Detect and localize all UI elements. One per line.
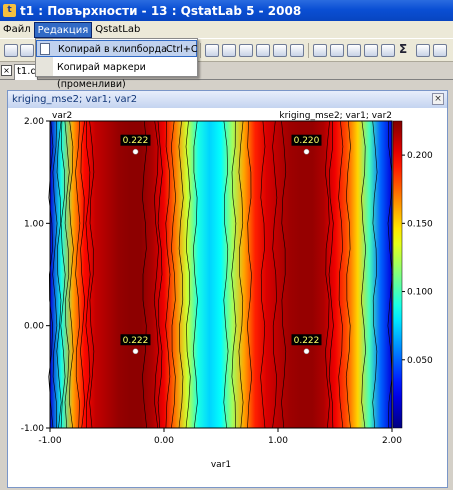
- contour-plot: var2 kriging_mse2; var1; var2 -1.00 0.00 1…: [21, 111, 433, 470]
- marker-label: 0.222: [123, 336, 149, 346]
- options-icon[interactable]: [433, 44, 447, 57]
- y-tick-label: 0.00: [24, 322, 44, 332]
- line-chart-icon[interactable]: [313, 44, 327, 57]
- y-tick-label: 1.00: [24, 219, 44, 229]
- menu-item-label: Копирай в клипборда: [58, 44, 167, 55]
- marker-point: [132, 348, 139, 355]
- menu-item-shortcut: Ctrl+C: [166, 44, 198, 55]
- filter-icon[interactable]: [256, 44, 270, 57]
- x-tick-label: -1.00: [38, 436, 62, 446]
- toolbar-separator: [308, 43, 309, 58]
- menu-qstatlab[interactable]: QstatLab: [92, 22, 143, 38]
- toolbar-separator: [200, 43, 201, 58]
- plot-window: kriging_mse2; var1; var2 × var2 kriging_…: [7, 90, 448, 488]
- marker-point: [303, 148, 310, 155]
- menu-bar: Файл Редакция QstatLab: [0, 21, 453, 38]
- marker-label: 0.222: [123, 136, 149, 146]
- x-tick-label: 1.00: [268, 436, 288, 446]
- menu-file[interactable]: Файл: [0, 22, 34, 38]
- y-tick-label: -1.00: [21, 424, 45, 434]
- close-tab-icon[interactable]: ×: [1, 65, 12, 76]
- scatter-icon[interactable]: [364, 44, 378, 57]
- surface-icon[interactable]: [381, 44, 395, 57]
- new-icon[interactable]: [4, 44, 18, 57]
- plot-window-title[interactable]: kriging_mse2; var1; var2: [8, 91, 447, 108]
- marker-point: [303, 348, 310, 355]
- histogram-icon[interactable]: [347, 44, 361, 57]
- sort-icon[interactable]: [273, 44, 287, 57]
- colorbar-tick-label: 0.150: [407, 219, 433, 229]
- colorbar: [392, 120, 403, 429]
- columns-icon[interactable]: [222, 44, 236, 57]
- x-axis-label: var1: [211, 460, 231, 470]
- chart-title: kriging_mse2; var1; var2: [279, 111, 392, 121]
- y-axis-label: var2: [52, 111, 72, 121]
- transform-icon[interactable]: [290, 44, 304, 57]
- marker-point: [132, 148, 139, 155]
- menu-edit[interactable]: Редакция: [33, 21, 93, 38]
- x-tick-label: 0.00: [154, 436, 174, 446]
- copy-icon: [40, 43, 50, 55]
- title-bar[interactable]: t t1 : Повърхности - 13 : QstatLab 5 - 2…: [0, 0, 453, 21]
- menu-item-copy-clipboard[interactable]: Копирай в клипборда Ctrl+C: [36, 40, 198, 57]
- colorbar-tick-label: 0.200: [407, 151, 433, 161]
- colorbar-tick-label: 0.050: [407, 356, 433, 366]
- colorbar-tick-label: 0.100: [407, 288, 433, 298]
- y-tick-label: 2.00: [24, 117, 44, 127]
- x-tick-label: 2.00: [382, 436, 402, 446]
- menu-item-label: Копирай маркери (променливи): [57, 62, 146, 90]
- statistics-icon[interactable]: [416, 44, 430, 57]
- sigma-icon[interactable]: Σ: [399, 42, 407, 56]
- close-icon[interactable]: ×: [432, 93, 444, 105]
- marker-label: 0.220: [294, 136, 320, 146]
- window-title: t1 : Повърхности - 13 : QstatLab 5 - 200…: [20, 3, 302, 18]
- bar-chart-icon[interactable]: [330, 44, 344, 57]
- rows-icon[interactable]: [239, 44, 253, 57]
- edit-menu-dropdown: Копирай в клипборда Ctrl+C Копирай марке…: [35, 38, 198, 90]
- marker-label: 0.222: [294, 336, 320, 346]
- menu-item-copy-markers[interactable]: Копирай маркери (променливи): [36, 59, 197, 90]
- open-icon[interactable]: [20, 44, 34, 57]
- app-icon: t: [3, 4, 16, 17]
- table-icon[interactable]: [205, 44, 219, 57]
